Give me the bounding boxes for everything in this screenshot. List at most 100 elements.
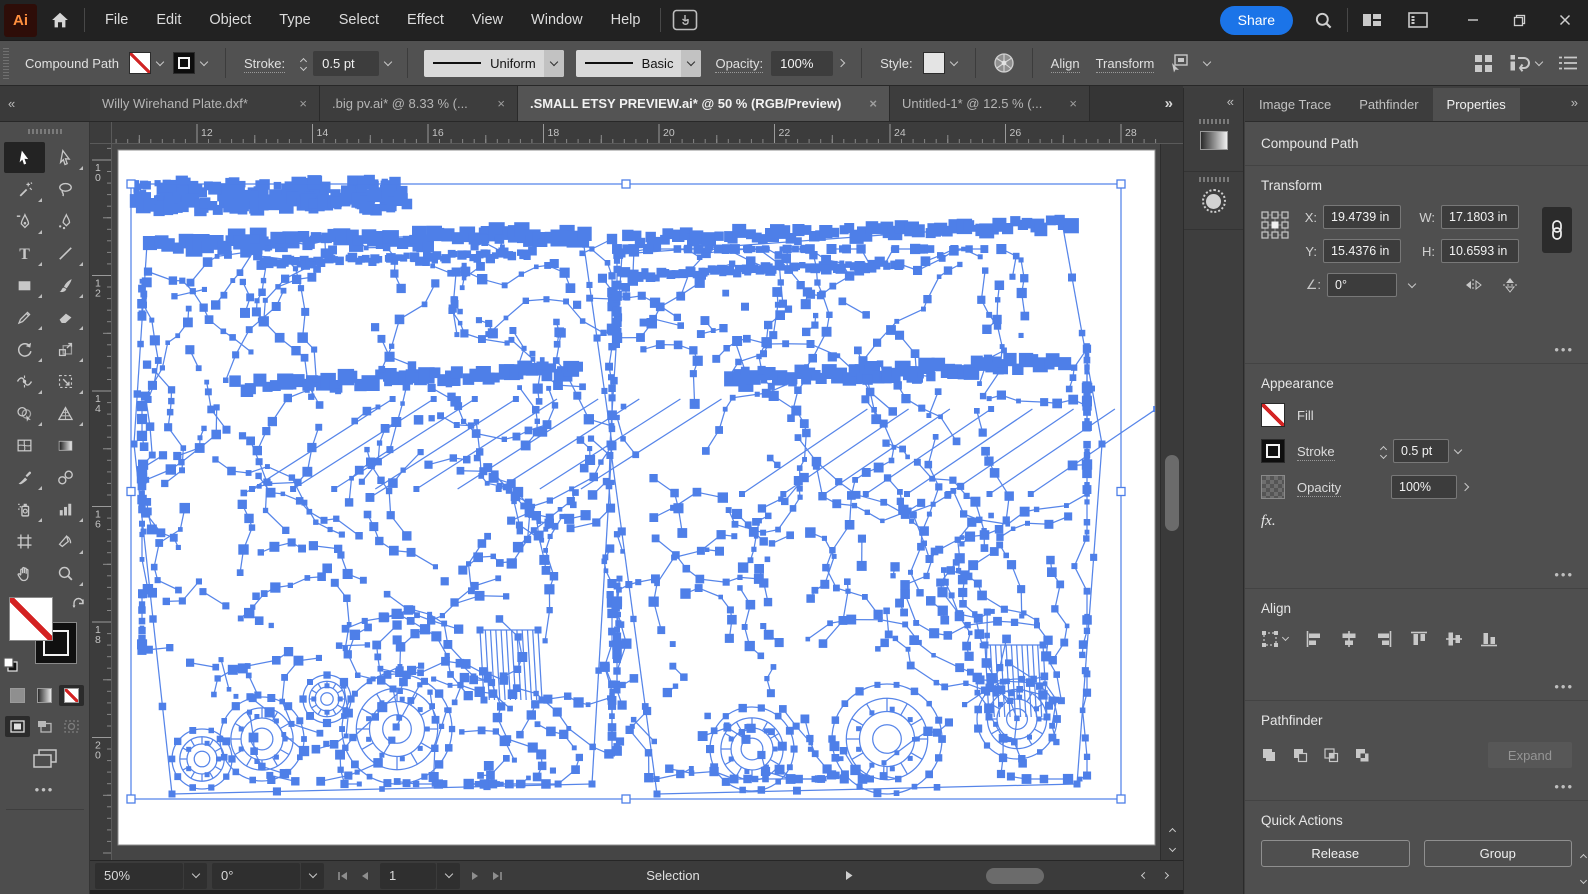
- appearance-stroke-swatch[interactable]: [1261, 439, 1285, 463]
- stroke-weight-field[interactable]: 0.5 pt: [313, 51, 379, 76]
- width-tool[interactable]: [4, 366, 45, 397]
- artboard-viewport[interactable]: [112, 144, 1160, 860]
- x-position-field[interactable]: 19.4739 in: [1323, 205, 1401, 229]
- width-field[interactable]: 17.1803 in: [1441, 205, 1519, 229]
- flip-horizontal-icon[interactable]: [1465, 277, 1485, 293]
- align-to-dropdown[interactable]: [1261, 630, 1288, 648]
- curvature-tool[interactable]: [45, 206, 86, 237]
- menu-file[interactable]: File: [91, 0, 142, 40]
- menu-object[interactable]: Object: [195, 0, 265, 40]
- opacity-field[interactable]: 100%: [771, 51, 833, 76]
- stroke-weight-stepper[interactable]: [295, 56, 311, 70]
- exclude-button[interactable]: [1354, 747, 1371, 764]
- toolbar-collapse-icon[interactable]: «: [8, 96, 14, 111]
- y-position-field[interactable]: 15.4376 in: [1323, 239, 1401, 263]
- profile-chevron-icon[interactable]: [544, 50, 564, 77]
- document-arrange-icon[interactable]: [1474, 54, 1493, 73]
- blend-tool[interactable]: [45, 462, 86, 493]
- app-logo[interactable]: Ai: [4, 4, 37, 37]
- menu-select[interactable]: Select: [325, 0, 393, 40]
- panel-tab-pathfinder[interactable]: Pathfinder: [1345, 88, 1432, 121]
- toolbar-fill-swatch[interactable]: [9, 597, 53, 641]
- symbol-sprayer-tool[interactable]: [4, 494, 45, 525]
- menu-edit[interactable]: Edit: [142, 0, 195, 40]
- panel-tab-image-trace[interactable]: Image Trace: [1245, 88, 1345, 121]
- intersect-button[interactable]: [1323, 747, 1340, 764]
- magic-wand-tool[interactable]: [4, 174, 45, 205]
- perspective-grid-tool[interactable]: [45, 398, 86, 429]
- marks-panel-button[interactable]: [1184, 172, 1243, 230]
- horizontal-align-right-button[interactable]: [1375, 630, 1393, 648]
- reference-point-locator[interactable]: [1261, 211, 1291, 307]
- zoom-tool[interactable]: [45, 558, 86, 589]
- opacity-panel-arrow-icon[interactable]: [833, 51, 851, 75]
- pathfinder-more-options-icon[interactable]: •••: [1554, 779, 1574, 794]
- style-swatch[interactable]: [923, 52, 945, 74]
- scale-tool[interactable]: [45, 334, 86, 365]
- free-transform-tool[interactable]: [45, 366, 86, 397]
- opacity-panel-link[interactable]: Opacity: [1297, 480, 1341, 497]
- artwork-svg[interactable]: [112, 144, 1160, 860]
- collapse-panels-icon[interactable]: »: [1561, 88, 1588, 121]
- tab-close-icon[interactable]: ×: [1069, 96, 1077, 111]
- restore-button[interactable]: [1496, 0, 1542, 40]
- arrange-documents-icon[interactable]: [1354, 0, 1390, 40]
- tab-close-icon[interactable]: ×: [299, 96, 307, 111]
- appearance-fill-swatch[interactable]: [1261, 403, 1285, 427]
- stroke-color-control[interactable]: [173, 51, 213, 75]
- align-more-options-icon[interactable]: •••: [1554, 679, 1574, 694]
- touch-workspace-icon[interactable]: [667, 0, 703, 40]
- isolate-chevron-icon[interactable]: [1198, 51, 1216, 75]
- style-chevron-icon[interactable]: [945, 51, 963, 75]
- panel-grip[interactable]: [1199, 119, 1229, 124]
- draw-behind-button[interactable]: [32, 716, 57, 737]
- previous-artboard-icon[interactable]: [354, 863, 376, 889]
- eraser-tool[interactable]: [45, 302, 86, 333]
- height-field[interactable]: 10.6593 in: [1441, 239, 1519, 263]
- horizontal-align-center-button[interactable]: [1340, 630, 1358, 648]
- vertical-align-top-button[interactable]: [1410, 630, 1428, 648]
- unite-button[interactable]: [1261, 747, 1278, 764]
- stroke-panel-link[interactable]: Stroke: [1297, 444, 1335, 461]
- fill-swatch-none[interactable]: [129, 52, 151, 74]
- menu-help[interactable]: Help: [597, 0, 655, 40]
- share-button[interactable]: Share: [1220, 6, 1293, 35]
- none-button[interactable]: [59, 685, 84, 706]
- toolbar-grip[interactable]: [28, 129, 62, 134]
- horizontal-ruler[interactable]: 10121416182022242628: [112, 122, 1160, 144]
- minimize-button[interactable]: [1450, 0, 1496, 40]
- panel-menu-icon[interactable]: [1558, 55, 1578, 71]
- gradient-tool[interactable]: [45, 430, 86, 461]
- artboard-chevron-icon[interactable]: [436, 863, 460, 889]
- controlbar-grip[interactable]: [3, 47, 9, 79]
- status-menu-arrow-icon[interactable]: [838, 863, 860, 889]
- line-segment-tool[interactable]: [45, 238, 86, 269]
- pencil-tool[interactable]: [4, 302, 45, 333]
- document-tab-2[interactable]: .big pv.ai* @ 8.33 % (...×: [320, 86, 518, 121]
- opacity-label[interactable]: Opacity:: [715, 56, 763, 73]
- tab-close-icon[interactable]: ×: [497, 96, 505, 111]
- search-icon[interactable]: [1305, 0, 1341, 40]
- constrain-proportions-button[interactable]: [1542, 207, 1572, 253]
- shape-builder-tool[interactable]: [4, 398, 45, 429]
- selection-tool[interactable]: [4, 142, 45, 173]
- workspace-switcher[interactable]: [1509, 53, 1542, 73]
- panel-stroke-weight-field[interactable]: 0.5 pt: [1393, 439, 1449, 463]
- horizontal-scrollbar[interactable]: [866, 868, 1127, 884]
- zoom-chevron-icon[interactable]: [183, 863, 207, 889]
- change-screen-mode-icon[interactable]: [0, 749, 89, 768]
- vertical-scroll-thumb[interactable]: [1165, 455, 1179, 531]
- brush-chevron-icon[interactable]: [681, 50, 701, 77]
- panel-opacity-field[interactable]: 100%: [1391, 475, 1457, 499]
- tab-overflow-icon[interactable]: »: [1153, 86, 1183, 121]
- appearance-more-options-icon[interactable]: •••: [1554, 567, 1574, 582]
- panel-tab-properties[interactable]: Properties: [1433, 88, 1520, 121]
- mesh-tool[interactable]: [4, 430, 45, 461]
- scroll-left-icon[interactable]: [1133, 863, 1155, 889]
- scroll-down-icon[interactable]: [1161, 840, 1183, 860]
- ruler-corner[interactable]: [90, 122, 112, 144]
- draw-inside-button[interactable]: [59, 716, 84, 737]
- pen-tool[interactable]: [4, 206, 45, 237]
- zoom-level-dropdown[interactable]: 50%: [95, 863, 207, 889]
- last-artboard-icon[interactable]: [486, 863, 508, 889]
